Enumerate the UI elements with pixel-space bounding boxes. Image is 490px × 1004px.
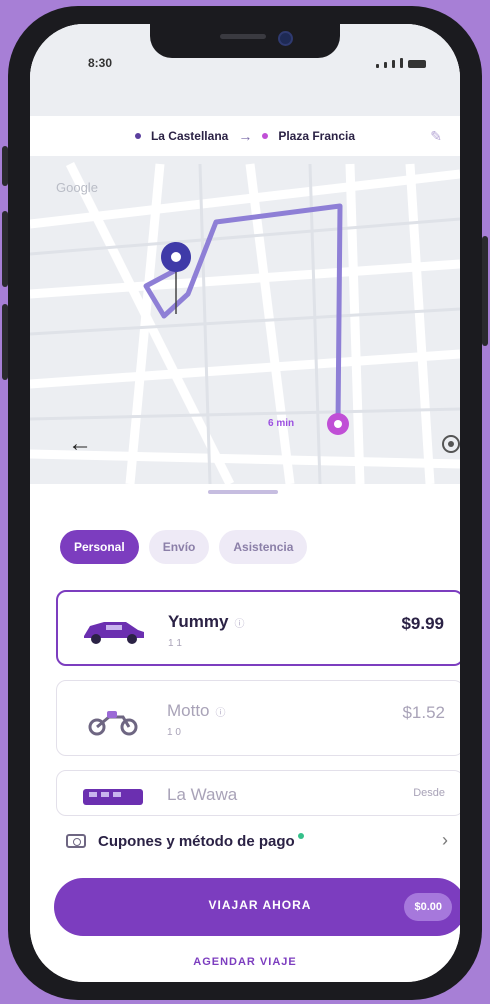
info-icon[interactable]: ⓘ: [234, 619, 244, 630]
sheet-drag-handle[interactable]: [208, 490, 278, 494]
route-arrow-icon: →: [238, 128, 253, 144]
ride-capacity: 1 1: [168, 638, 182, 649]
notification-dot: [297, 833, 304, 839]
camera: [278, 31, 293, 46]
ride-option-yummy[interactable]: Yummy ⓘ 1 1 $9.99: [56, 590, 460, 666]
google-watermark: Google: [56, 180, 98, 195]
ride-price: $1.52: [402, 703, 445, 722]
bus-icon: [83, 789, 143, 805]
tab-personal[interactable]: Personal: [60, 530, 139, 564]
map-streets: [30, 24, 460, 484]
eta-label: 6 min: [268, 418, 295, 429]
edit-route-icon[interactable]: ✎: [430, 128, 442, 145]
wallet-icon: [66, 834, 86, 848]
volume-up-button: [2, 211, 8, 287]
destination-label: Plaza Francia: [278, 129, 356, 143]
ride-capacity: 1 0: [167, 727, 181, 738]
mute-switch: [2, 146, 8, 186]
speaker: [220, 34, 266, 39]
bottom-sheet: Personal Envío Asistencia Yummy ⓘ 1 1 $9.…: [30, 484, 460, 982]
ride-now-label: VIAJAR AHORA: [208, 898, 312, 912]
notch: [150, 24, 340, 58]
ride-now-price: $0.00: [404, 893, 452, 921]
route-summary[interactable]: La Castellana → Plaza Francia: [30, 116, 460, 156]
ride-now-button[interactable]: VIAJAR AHORA $0.00: [54, 878, 460, 936]
phone-frame: 8:30 La Castellana → Plaza Francia ✎ Goo…: [2, 6, 488, 1000]
signal-icon: [392, 60, 395, 68]
motorcycle-icon: [88, 711, 138, 736]
signal-icon: [376, 64, 379, 68]
back-arrow-icon[interactable]: ←: [68, 430, 92, 458]
category-tabs: Personal Envío Asistencia: [60, 530, 308, 564]
destination-dot-icon: [262, 133, 269, 139]
chevron-right-icon: ›: [442, 830, 448, 850]
tab-asistencia[interactable]: Asistencia: [219, 530, 308, 564]
signal-icon: [384, 62, 387, 68]
battery-icon: [408, 60, 426, 68]
signal-icon: [400, 58, 403, 68]
ride-name: Yummy: [168, 612, 229, 631]
coupons-payment-row[interactable]: Cupones y método de pago ›: [66, 826, 458, 856]
payment-label: Cupones y método de pago: [98, 832, 295, 850]
status-time: 8:30: [88, 56, 113, 70]
power-button: [482, 236, 488, 346]
screen: 8:30 La Castellana → Plaza Francia ✎ Goo…: [30, 24, 460, 982]
status-icons: [376, 58, 426, 68]
ride-name: La Wawa: [167, 785, 238, 804]
volume-down-button: [2, 304, 8, 380]
ride-price: Desde: [413, 787, 445, 799]
ride-price: $9.99: [401, 614, 444, 633]
locate-me-icon[interactable]: [442, 435, 460, 453]
map[interactable]: [30, 24, 460, 484]
origin-label: La Castellana: [150, 129, 229, 143]
origin-dot-icon: [134, 133, 141, 139]
tab-envio[interactable]: Envío: [148, 530, 210, 564]
ride-option-la-wawa[interactable]: La Wawa Desde: [56, 770, 460, 816]
schedule-ride-link[interactable]: AGENDAR VIAJE: [30, 956, 460, 968]
car-icon: [84, 622, 144, 644]
ride-name: Motto: [167, 701, 210, 720]
ride-option-motto[interactable]: Motto ⓘ 1 0 $1.52: [56, 680, 460, 756]
info-icon[interactable]: ⓘ: [216, 708, 226, 719]
